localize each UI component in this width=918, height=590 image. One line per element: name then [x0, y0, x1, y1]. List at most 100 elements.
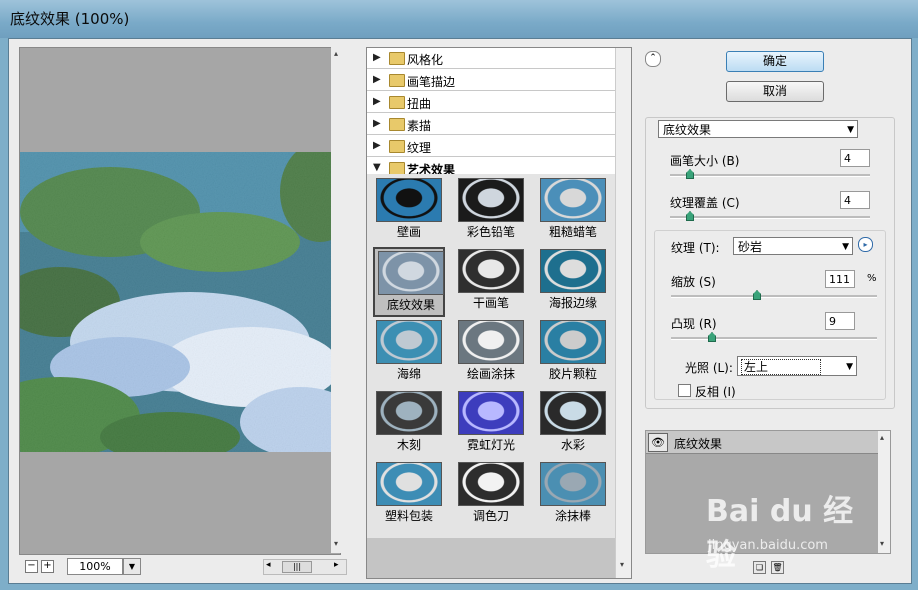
layers-scrollbar[interactable]: ▴ ▾ [878, 431, 890, 553]
baidu-watermark: Bai du 经验 jingyan.baidu.com [706, 486, 876, 576]
category-sketch[interactable]: ▶ 素描 [367, 114, 615, 135]
filter-settings-panel: 底纹效果 ▼ 画笔大小 (B) 4 纹理覆盖 (C) 4 纹理 (T): 砂岩 … [645, 117, 895, 409]
brush-size-slider[interactable] [670, 169, 870, 179]
filter-thumbnail[interactable]: 海绵 [373, 318, 445, 388]
folder-icon [389, 52, 405, 65]
dropdown-arrow-icon: ▼ [847, 125, 854, 135]
zoom-in-button[interactable]: + [41, 560, 54, 573]
collapsed-triangle-icon: ▶ [373, 140, 381, 151]
expanded-triangle-icon: ▼ [373, 162, 381, 173]
texture-coverage-slider[interactable] [670, 211, 870, 221]
filter-preview-image [458, 320, 524, 364]
invert-checkbox[interactable] [678, 384, 691, 397]
filter-preview-image [376, 178, 442, 222]
slider-knob[interactable] [753, 290, 761, 300]
filter-thumbnail[interactable]: 调色刀 [455, 460, 527, 530]
scroll-down-arrow-icon[interactable]: ▾ [620, 560, 624, 569]
effect-layer-row[interactable]: 👁 底纹效果 [646, 431, 878, 454]
filter-label: 霓虹灯光 [466, 438, 515, 452]
filter-preview-image [376, 462, 442, 506]
title-bar[interactable]: 底纹效果 (100%) [0, 0, 918, 38]
relief-slider[interactable] [671, 332, 877, 342]
light-select-value: 左上 [740, 359, 822, 375]
light-select[interactable]: 左上 ▼ [737, 356, 857, 376]
category-brush-strokes[interactable]: ▶ 画笔描边 [367, 70, 615, 91]
filter-preview-image [458, 462, 524, 506]
slider-knob[interactable] [686, 169, 694, 179]
filter-thumbnail[interactable]: 水彩 [537, 389, 609, 459]
texture-label: 纹理 (T): [671, 241, 720, 255]
filter-preview-image [378, 251, 444, 295]
preview-horizontal-scrollbar[interactable]: ◂ ||| ▸ [263, 559, 347, 575]
zoom-bar: − + 100% ▼ ◂ ||| ▸ [19, 557, 347, 577]
filter-thumbnail[interactable]: 彩色铅笔 [455, 176, 527, 246]
filter-preview-image [458, 391, 524, 435]
filter-thumbnail[interactable]: 海报边缘 [537, 247, 609, 317]
scroll-down-arrow-icon[interactable]: ▾ [334, 539, 338, 548]
preview-vertical-scrollbar[interactable]: ▴ ▾ [331, 47, 345, 553]
category-stylize[interactable]: ▶ 风格化 [367, 48, 615, 69]
zoom-out-button[interactable]: − [25, 560, 38, 573]
zoom-level-field[interactable]: 100% [67, 558, 123, 575]
ok-button[interactable]: 确定 [726, 51, 824, 72]
filter-thumbnail[interactable]: 塑料包装 [373, 460, 445, 530]
filter-thumbnail[interactable]: 粗糙蜡笔 [537, 176, 609, 246]
filter-label: 粗糙蜡笔 [548, 225, 597, 239]
preview-image [20, 152, 340, 452]
category-label: 素描 [407, 119, 432, 133]
eye-icon[interactable]: 👁 [648, 433, 668, 452]
category-distort[interactable]: ▶ 扭曲 [367, 92, 615, 113]
filter-select[interactable]: 底纹效果 ▼ [658, 120, 858, 138]
zoom-dropdown-arrow-icon[interactable]: ▼ [123, 558, 141, 575]
folder-icon [389, 74, 405, 87]
filter-thumbnail-grid: 壁画 彩色铅笔 粗糙蜡笔底纹效果 干画笔 海报边缘海绵 绘画涂抹 胶片颗粒木刻 霓虹灯光 水彩塑… [367, 174, 615, 538]
filter-thumbnail[interactable]: 底纹效果 [373, 247, 445, 317]
cancel-button[interactable]: 取消 [726, 81, 824, 102]
filter-thumbnail[interactable]: 涂抹棒 [537, 460, 609, 530]
folder-icon [389, 118, 405, 131]
scaling-slider[interactable] [671, 290, 877, 300]
relief-input[interactable]: 9 [825, 312, 855, 330]
texture-select[interactable]: 砂岩 ▼ [733, 237, 853, 255]
scroll-down-arrow-icon[interactable]: ▾ [880, 539, 884, 548]
collapse-gallery-button[interactable]: ⌃ [645, 51, 661, 67]
brush-size-input[interactable]: 4 [840, 149, 870, 167]
scroll-right-arrow-icon[interactable]: ▸ [334, 560, 339, 570]
collapsed-triangle-icon: ▶ [373, 74, 381, 85]
scroll-thumb[interactable]: ||| [282, 561, 312, 573]
scroll-left-arrow-icon[interactable]: ◂ [266, 560, 271, 570]
light-label: 光照 (L): [685, 361, 733, 375]
filter-thumbnail[interactable]: 木刻 [373, 389, 445, 459]
watermark-logo: Bai du 经验 [706, 494, 854, 573]
filter-list-empty-area [367, 538, 615, 578]
effect-layer-name: 底纹效果 [674, 437, 723, 451]
category-label: 纹理 [407, 141, 432, 155]
filter-label: 涂抹棒 [554, 509, 591, 523]
texture-coverage-input[interactable]: 4 [840, 191, 870, 209]
filter-label: 底纹效果 [386, 298, 435, 312]
filter-preview-image [540, 462, 606, 506]
folder-icon [389, 140, 405, 153]
scroll-up-arrow-icon[interactable]: ▴ [880, 433, 884, 442]
filter-thumbnail[interactable]: 壁画 [373, 176, 445, 246]
brush-size-label: 画笔大小 (B) [670, 154, 740, 168]
scroll-up-arrow-icon[interactable]: ▴ [334, 49, 338, 58]
filter-thumbnail[interactable]: 绘画涂抹 [455, 318, 527, 388]
folder-icon [389, 96, 405, 109]
relief-label: 凸现 (R) [671, 317, 717, 331]
filter-list-scrollbar[interactable]: ▾ [615, 48, 631, 578]
percent-unit: % [867, 273, 877, 284]
dropdown-arrow-icon: ▼ [842, 242, 849, 252]
slider-knob[interactable] [686, 211, 694, 221]
texture-coverage-label: 纹理覆盖 (C) [670, 196, 740, 210]
filter-gallery-window: 底纹效果 (100%) ▴ ▾ − + 100% ▼ ◂ ||| ▸ ▶ 风格化… [0, 0, 918, 590]
category-texture[interactable]: ▶ 纹理 [367, 136, 615, 157]
scaling-input[interactable]: 111 [825, 270, 855, 288]
collapsed-triangle-icon: ▶ [373, 118, 381, 129]
filter-thumbnail[interactable]: 霓虹灯光 [455, 389, 527, 459]
preview-pane[interactable] [19, 47, 341, 555]
texture-menu-icon[interactable]: ▸ [858, 237, 873, 252]
filter-thumbnail[interactable]: 干画笔 [455, 247, 527, 317]
slider-knob[interactable] [708, 332, 716, 342]
filter-thumbnail[interactable]: 胶片颗粒 [537, 318, 609, 388]
